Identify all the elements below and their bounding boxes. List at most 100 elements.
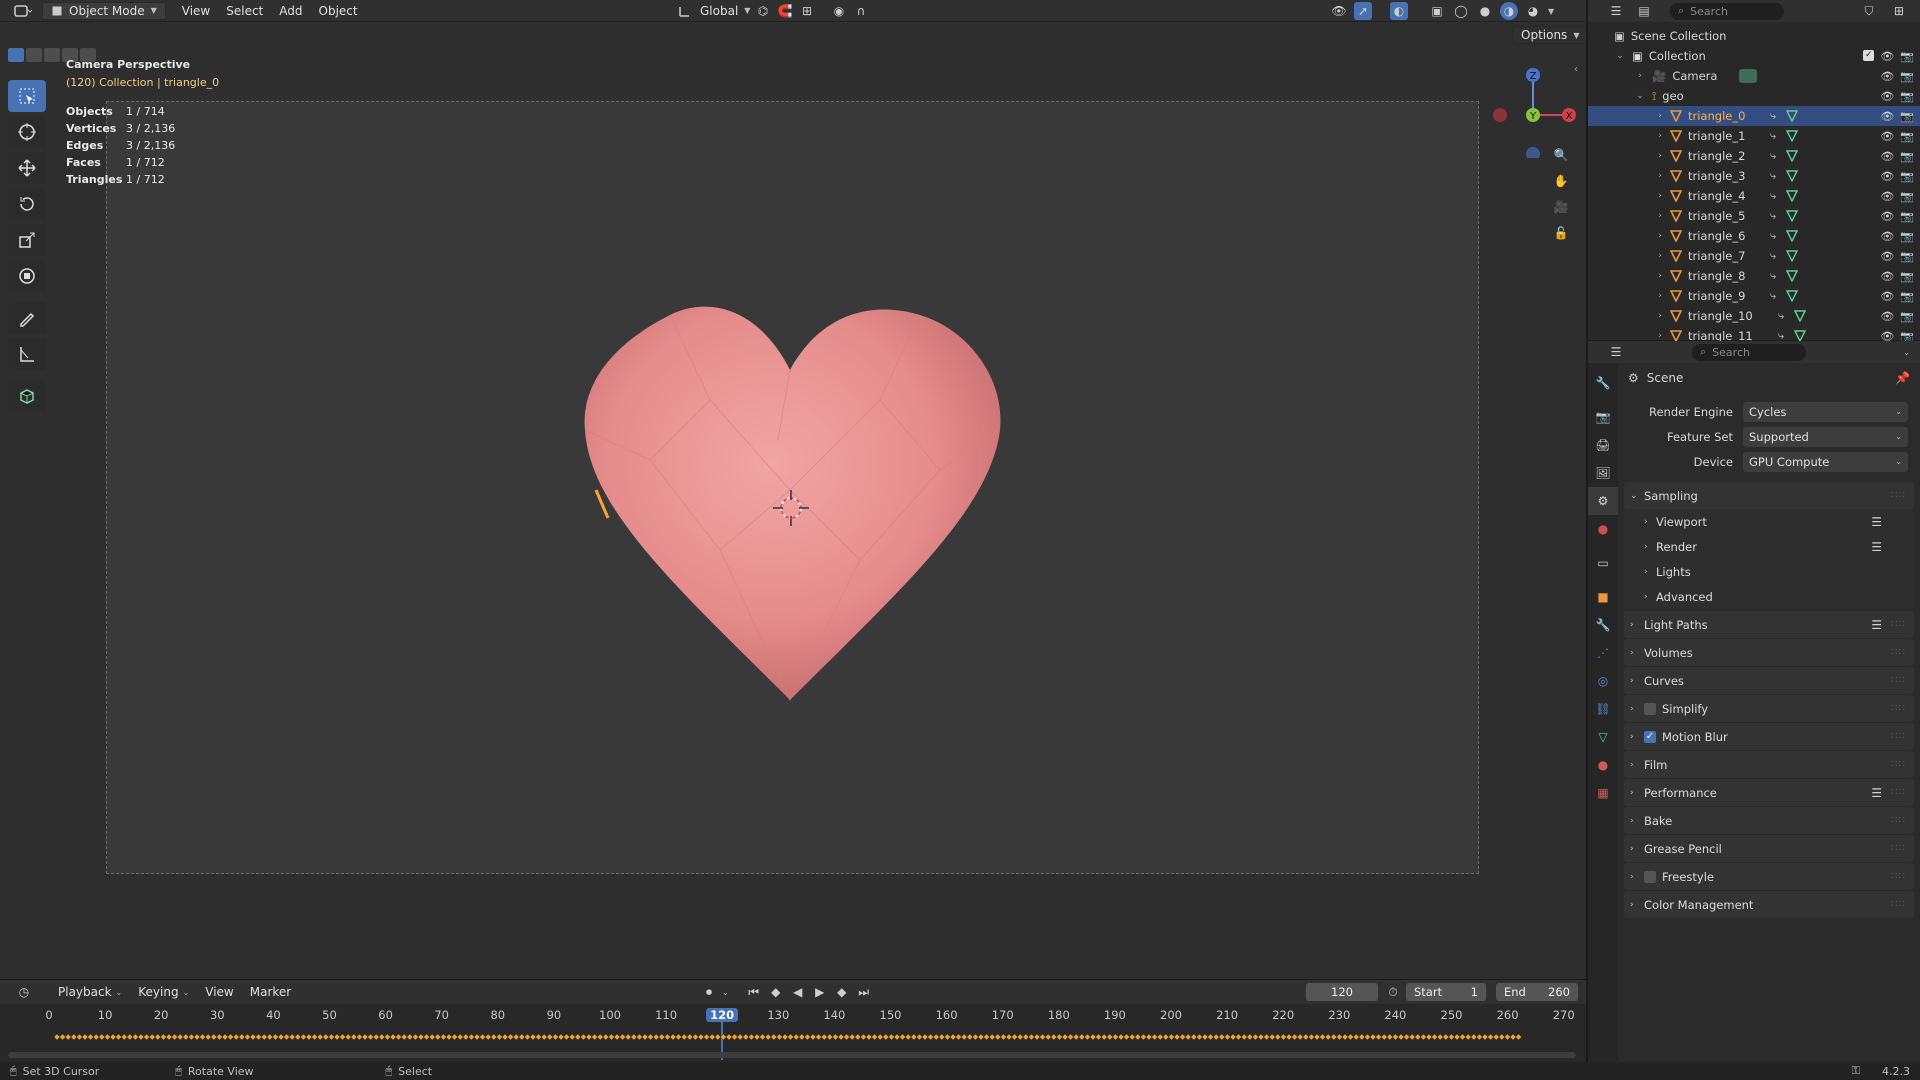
data-tab-icon[interactable]: ▽ <box>1588 723 1618 751</box>
pan-hand-icon[interactable]: ✋ <box>1548 168 1574 194</box>
eye-icon[interactable]: 👁 <box>1880 230 1894 243</box>
scene-collection-row[interactable]: ▣ Scene Collection <box>1588 26 1920 46</box>
heart-mesh[interactable] <box>560 290 1020 710</box>
keyframe-icon[interactable] <box>176 1033 184 1041</box>
keyframe-icon[interactable] <box>736 1033 744 1041</box>
keyframe-icon[interactable] <box>1263 1033 1270 1041</box>
sampling-panel[interactable]: ⌄ Sampling ∷∷ <box>1624 482 1914 509</box>
outliner-object-row[interactable]: › triangle_0 ⤷ 👁 📷 <box>1588 106 1920 126</box>
keyframe-icon[interactable] <box>1028 1033 1035 1041</box>
keyframe-icon[interactable] <box>1487 1033 1494 1041</box>
keyframe-icon[interactable] <box>199 1033 206 1041</box>
add-cube-tool[interactable] <box>8 380 46 412</box>
render-tab-icon[interactable]: 📷 <box>1588 403 1618 431</box>
cursor-tool[interactable] <box>8 116 46 148</box>
chevron-right-icon[interactable]: › <box>1654 311 1666 321</box>
keyframe-icon[interactable] <box>563 1033 570 1041</box>
outliner-object-row[interactable]: › triangle_3 ⤷ 👁 📷 <box>1588 166 1920 186</box>
keyframe-icon[interactable] <box>1050 1033 1058 1041</box>
keyframe-icon[interactable] <box>1313 1033 1321 1041</box>
keyframe-icon[interactable] <box>120 1033 128 1041</box>
keyframe-icon[interactable] <box>350 1033 358 1041</box>
keyframe-icon[interactable] <box>1252 1033 1259 1041</box>
keyframe-icon[interactable] <box>1459 1033 1466 1041</box>
keyframe-icon[interactable] <box>1095 1033 1102 1041</box>
keyframe-icon[interactable] <box>1100 1033 1108 1041</box>
keyframe-icon[interactable] <box>188 1033 195 1041</box>
keyframe-icon[interactable] <box>540 1033 548 1041</box>
keyframe-icon[interactable] <box>255 1033 262 1041</box>
bake-panel[interactable]: › Bake ∷∷ <box>1624 807 1914 834</box>
scene-tab-icon[interactable]: ⚙ <box>1588 487 1618 515</box>
keyframe-icon[interactable] <box>132 1033 139 1041</box>
keyframe-icon[interactable] <box>1375 1033 1382 1041</box>
sampling-render-subpanel[interactable]: › Render ☰ <box>1624 534 1914 559</box>
camera-icon[interactable]: 📷 <box>1900 70 1914 83</box>
keyframe-icon[interactable] <box>664 1033 671 1041</box>
constraints-tab-icon[interactable]: ⛓ <box>1588 695 1618 723</box>
keyframe-icon[interactable] <box>1476 1033 1483 1041</box>
keyframe-icon[interactable] <box>1364 1033 1371 1041</box>
gizmo-neg-x[interactable] <box>1493 108 1507 122</box>
keyframe-icon[interactable] <box>1280 1033 1287 1041</box>
curves-panel[interactable]: › Curves ∷∷ <box>1624 667 1914 694</box>
keyframe-icon[interactable] <box>832 1033 839 1041</box>
solid-shading-icon[interactable]: ● <box>1476 2 1494 20</box>
keyframe-icon[interactable] <box>624 1033 632 1041</box>
measure-tool[interactable] <box>8 338 46 370</box>
keyframe-icon[interactable] <box>372 1033 380 1041</box>
editor-type-icon[interactable]: ◷ <box>10 983 38 1001</box>
eye-icon[interactable]: 👁 <box>1880 70 1894 83</box>
select-new-icon[interactable] <box>8 48 24 62</box>
keyframe-icon[interactable] <box>1196 1033 1203 1041</box>
keyframe-icon[interactable] <box>1324 1033 1332 1041</box>
drag-handle-icon[interactable]: ∷∷ <box>1891 843 1906 854</box>
keyframe-icon[interactable] <box>1016 1033 1024 1041</box>
keyframe-icon[interactable] <box>1453 1033 1461 1041</box>
frame-ruler[interactable]: 0 10 20 30 40 50 60 70 80 90 100 110 120 130 140 150 160… <box>0 1004 1586 1060</box>
device-dropdown[interactable]: GPU Compute ⌄ <box>1743 451 1908 472</box>
texture-tab-icon[interactable]: ▦ <box>1588 779 1618 807</box>
geo-row[interactable]: ⌄ ⟟ geo 👁 📷 <box>1588 86 1920 106</box>
keyframe-icon[interactable] <box>1515 1033 1522 1041</box>
keyframe-icon[interactable] <box>356 1033 363 1041</box>
chevron-right-icon[interactable]: › <box>1654 191 1666 201</box>
wireframe-shading-icon[interactable]: ◯ <box>1452 2 1470 20</box>
drag-handle-icon[interactable]: ∷∷ <box>1891 703 1906 714</box>
camera-icon[interactable]: 📷 <box>1900 110 1914 123</box>
keyframe-icon[interactable] <box>294 1033 302 1041</box>
keyframe-icon[interactable] <box>1386 1033 1394 1041</box>
keyframe-icon[interactable] <box>1123 1033 1130 1041</box>
keyframe-icon[interactable] <box>182 1033 190 1041</box>
keyframe-icon[interactable] <box>826 1033 834 1041</box>
outliner-object-row[interactable]: › triangle_4 ⤷ 👁 📷 <box>1588 186 1920 206</box>
keyframe-icon[interactable] <box>204 1033 212 1041</box>
keyframe-icon[interactable] <box>137 1033 145 1041</box>
camera-icon[interactable]: 📷 <box>1900 310 1914 323</box>
drag-handle-icon[interactable]: ∷∷ <box>1891 815 1906 826</box>
keyframe-icon[interactable] <box>916 1033 923 1041</box>
chevron-right-icon[interactable]: › <box>1654 171 1666 181</box>
keyframe-icon[interactable] <box>126 1033 134 1041</box>
zoom-icon[interactable]: 🔍 <box>1548 142 1574 168</box>
sampling-lights-subpanel[interactable]: › Lights <box>1624 559 1914 584</box>
keyframe-icon[interactable] <box>193 1033 201 1041</box>
keyframe-icon[interactable] <box>748 1033 755 1041</box>
drag-handle-icon[interactable]: ∷∷ <box>1891 619 1906 630</box>
sampling-advanced-subpanel[interactable]: › Advanced <box>1624 584 1914 609</box>
keyframe-icon[interactable] <box>871 1033 878 1041</box>
keyframe-icon[interactable] <box>1022 1033 1030 1041</box>
camera-icon[interactable]: 📷 <box>1900 190 1914 203</box>
keyframe-icon[interactable] <box>882 1033 890 1041</box>
keyframe-icon[interactable] <box>333 1033 341 1041</box>
keyframe-icon[interactable] <box>1308 1033 1315 1041</box>
keyframe-icon[interactable] <box>983 1033 990 1041</box>
camera-icon[interactable]: 📷 <box>1900 270 1914 283</box>
color-management-panel[interactable]: › Color Management ∷∷ <box>1624 891 1914 918</box>
view-layer-tab-icon[interactable]: 🖼 <box>1588 459 1618 487</box>
keyframe-icon[interactable] <box>568 1033 576 1041</box>
keyframe-icon[interactable] <box>1436 1033 1444 1041</box>
keyframe-icon[interactable] <box>865 1033 873 1041</box>
presets-icon[interactable]: ☰ <box>1871 515 1882 529</box>
keyframe-icon[interactable] <box>535 1033 542 1041</box>
